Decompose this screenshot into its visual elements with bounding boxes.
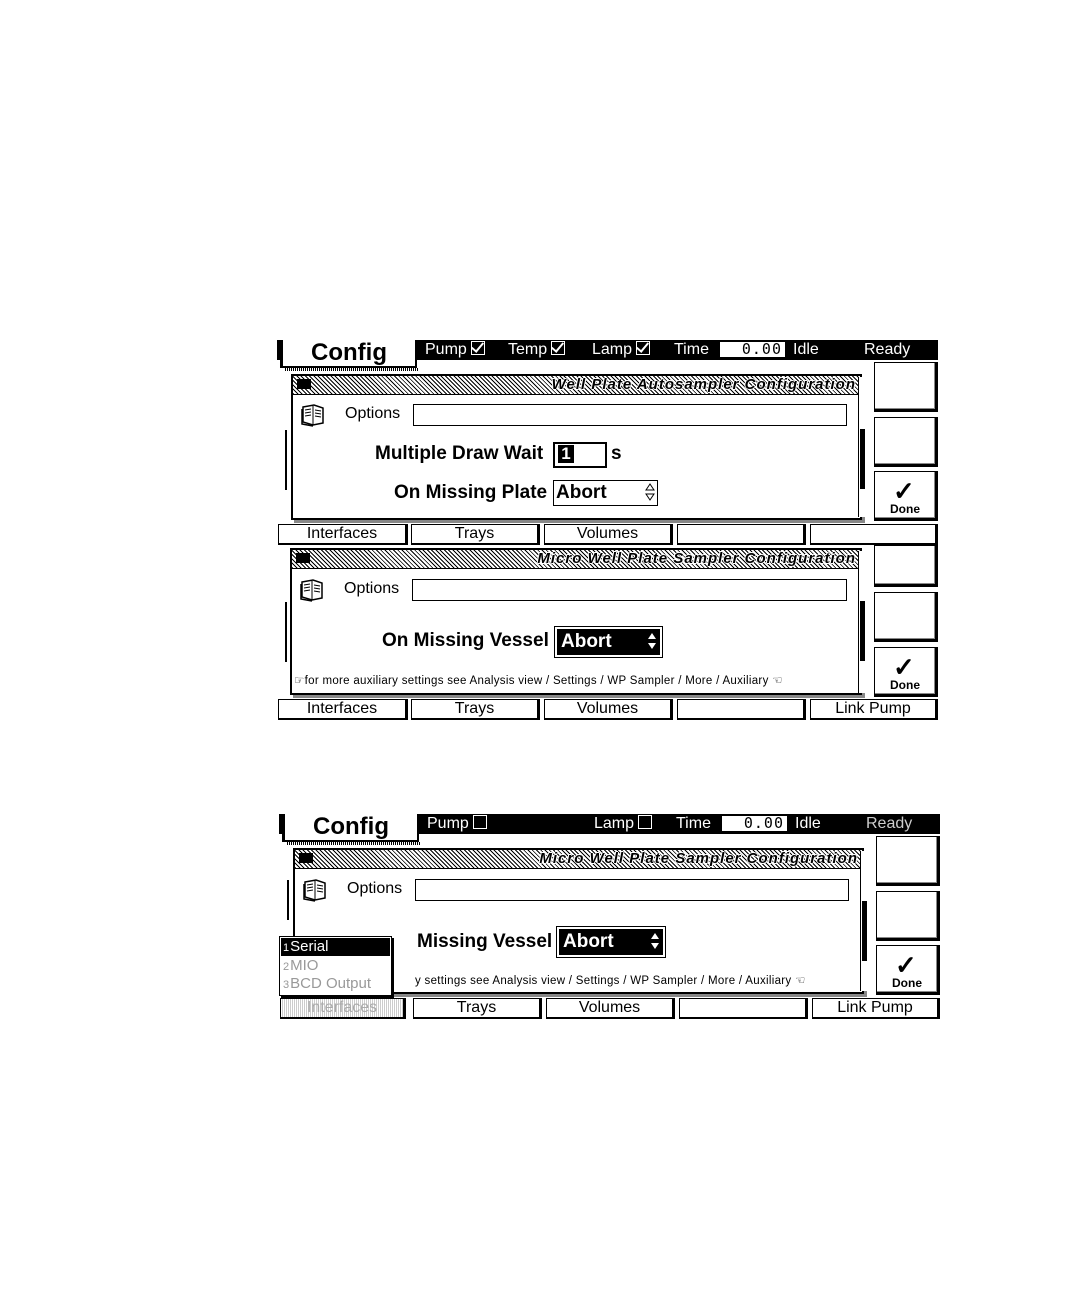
pointing-hand-left-icon: ☜ (791, 975, 806, 987)
micro-well-config-dialog: Micro Well Plate Sampler Configuration O… (290, 548, 862, 695)
checkbox-empty-icon[interactable] (472, 815, 487, 829)
options-label: Options (347, 880, 403, 897)
lamp-status: Lamp (594, 815, 653, 833)
run-state: Idle (793, 341, 819, 358)
page-title: Config (280, 340, 419, 371)
softkey-volumes[interactable]: Volumes (544, 699, 673, 720)
done-button[interactable]: ✓ Done (874, 647, 938, 697)
time-label: Time (676, 815, 711, 832)
softkey-empty-5[interactable] (810, 524, 938, 545)
dialog-titlebar: Micro Well Plate Sampler Configuration (295, 850, 862, 869)
checkbox-empty-icon[interactable] (638, 815, 653, 829)
auxiliary-note: y settings see Analysis view / Settings … (415, 975, 806, 987)
time-value: 0.00 (720, 341, 785, 359)
side-softkey-1[interactable] (876, 836, 940, 886)
options-label: Options (344, 580, 400, 597)
options-field[interactable] (412, 579, 847, 601)
dialog-title: Micro Well Plate Sampler Configuration (537, 550, 856, 567)
checkmark-icon: ✓ (895, 950, 917, 980)
pump-status: Pump (427, 815, 487, 833)
time-label: Time (674, 341, 709, 358)
pump-status: Pump (425, 341, 485, 359)
softkey-interfaces[interactable]: Interfaces (278, 699, 408, 720)
up-down-spinner-icon[interactable] (650, 932, 660, 950)
side-softkey-2[interactable] (874, 592, 938, 642)
dialog-titlebar: Micro Well Plate Sampler Configuration (292, 550, 860, 569)
run-state: Idle (795, 815, 821, 832)
interfaces-popup-menu: 1Serial 2MIO 3BCD Output (279, 936, 392, 996)
side-softkey-2[interactable] (874, 417, 938, 467)
missing-vessel-label: Missing Vessel (417, 931, 553, 952)
system-menu-icon[interactable] (297, 379, 311, 389)
up-down-spinner-icon[interactable] (645, 483, 655, 501)
ready-state: Ready (866, 815, 913, 832)
missing-vessel-select[interactable]: Abort (556, 926, 666, 958)
options-label: Options (345, 405, 401, 422)
draw-wait-unit: s (611, 443, 622, 464)
dialog-title: Well Plate Autosampler Configuration (551, 376, 856, 393)
config-screen-2: Pump Lamp Time 0.00 Idle Ready Config Mi… (279, 814, 940, 1024)
pointing-hand-right-icon: ☞ (294, 675, 305, 687)
well-plate-config-dialog: Well Plate Autosampler Configuration Opt… (291, 374, 862, 520)
menu-item-bcd-output[interactable]: 3BCD Output (281, 975, 390, 993)
options-book-icon (300, 579, 323, 602)
softkey-empty-4[interactable] (679, 998, 808, 1019)
checkmark-icon: ✓ (893, 652, 915, 682)
softkey-trays[interactable]: Trays (413, 998, 542, 1019)
softkey-trays[interactable]: Trays (411, 524, 540, 545)
system-menu-icon[interactable] (296, 553, 310, 563)
options-book-icon (301, 404, 324, 427)
side-softkey-2[interactable] (876, 891, 940, 941)
auxiliary-note: ☞for more auxiliary settings see Analysi… (294, 675, 783, 687)
softkey-trays[interactable]: Trays (411, 699, 540, 720)
checkbox-checked-icon[interactable] (551, 341, 566, 355)
config-screen-1: Pump Temp Lamp Time 0.00 Idle Ready Conf… (277, 340, 938, 722)
temp-status: Temp (508, 341, 566, 359)
side-softkey-1[interactable] (874, 362, 938, 412)
draw-wait-input[interactable]: 1 (553, 442, 607, 468)
missing-plate-select[interactable]: Abort (553, 480, 658, 506)
done-button[interactable]: ✓ Done (876, 945, 940, 995)
softkey-empty-4[interactable] (677, 524, 806, 545)
missing-vessel-select[interactable]: Abort (554, 626, 663, 658)
side-softkey-1[interactable] (874, 545, 938, 587)
options-field[interactable] (415, 879, 849, 901)
dialog-title: Micro Well Plate Sampler Configuration (539, 850, 858, 867)
page-title: Config (282, 814, 421, 845)
options-field[interactable] (413, 404, 847, 426)
pointing-hand-left-icon: ☜ (768, 675, 783, 687)
menu-item-serial[interactable]: 1Serial (281, 938, 390, 956)
softkey-link-pump[interactable]: Link Pump (810, 699, 938, 720)
missing-plate-label: On Missing Plate (394, 482, 548, 503)
lamp-status: Lamp (592, 341, 651, 359)
scrollbar[interactable] (858, 377, 866, 517)
scrollbar[interactable] (860, 851, 868, 991)
dialog-titlebar: Well Plate Autosampler Configuration (293, 376, 860, 395)
time-value: 0.00 (722, 815, 787, 833)
ready-state: Ready (864, 341, 911, 358)
options-book-icon (303, 879, 326, 902)
checkbox-checked-icon[interactable] (636, 341, 651, 355)
softkey-volumes[interactable]: Volumes (544, 524, 673, 545)
draw-wait-label: Multiple Draw Wait (375, 443, 544, 464)
checkmark-icon: ✓ (893, 476, 915, 506)
softkey-interfaces[interactable]: Interfaces (280, 998, 406, 1019)
softkey-empty-4[interactable] (677, 699, 806, 720)
scrollbar[interactable] (858, 551, 866, 693)
softkey-link-pump[interactable]: Link Pump (812, 998, 940, 1019)
checkbox-checked-icon[interactable] (470, 341, 485, 355)
softkey-interfaces[interactable]: Interfaces (278, 524, 408, 545)
done-button[interactable]: ✓ Done (874, 471, 938, 521)
softkey-volumes[interactable]: Volumes (546, 998, 675, 1019)
system-menu-icon[interactable] (299, 853, 313, 863)
menu-item-mio[interactable]: 2MIO (281, 957, 390, 975)
up-down-spinner-icon[interactable] (647, 632, 657, 650)
missing-vessel-label: On Missing Vessel (382, 630, 549, 651)
